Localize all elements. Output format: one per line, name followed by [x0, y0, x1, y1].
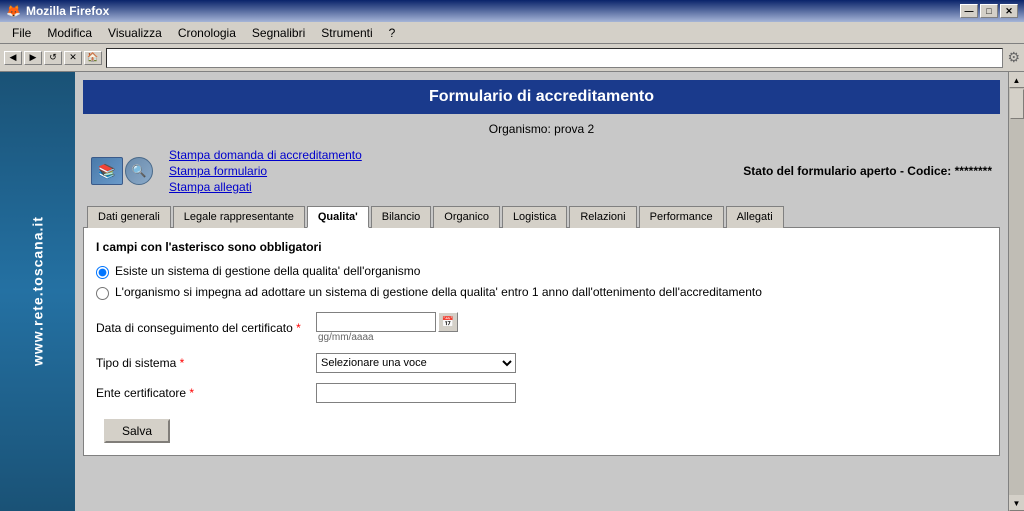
tipo-select-wrapper: Selezionare una voce: [316, 353, 516, 373]
scroll-track[interactable]: [1009, 88, 1024, 495]
radio-esiste[interactable]: [96, 266, 109, 279]
tipo-label: Tipo di sistema *: [96, 356, 316, 370]
forward-button[interactable]: ▶: [24, 51, 42, 65]
print-allegati-link[interactable]: Stampa allegati: [169, 180, 362, 194]
scroll-thumb[interactable]: [1010, 89, 1024, 119]
ente-label: Ente certificatore *: [96, 386, 316, 400]
scroll-down-button[interactable]: ▼: [1009, 495, 1024, 511]
menu-cronologia[interactable]: Cronologia: [170, 24, 244, 42]
radio-group: Esiste un sistema di gestione della qual…: [96, 264, 987, 300]
book-icon: 📚: [91, 157, 123, 185]
address-bar[interactable]: [106, 48, 1003, 68]
tab-qualita[interactable]: Qualita': [307, 206, 369, 228]
menu-file[interactable]: File: [4, 24, 39, 42]
print-section: 📚 🔍 Stampa domanda di accreditamento Sta…: [83, 144, 1000, 198]
settings-icon[interactable]: ⚙: [1007, 49, 1020, 66]
tab-logistica[interactable]: Logistica: [502, 206, 567, 228]
date-row: Data di conseguimento del certificato * …: [96, 312, 987, 343]
ente-row: Ente certificatore *: [96, 383, 987, 403]
save-row: Salva: [96, 413, 987, 443]
radio-esiste-label: Esiste un sistema di gestione della qual…: [115, 264, 420, 278]
stop-button[interactable]: ✕: [64, 51, 82, 65]
content-area: Formulario di accreditamento Organismo: …: [75, 72, 1008, 511]
tipo-select[interactable]: Selezionare una voce: [316, 353, 516, 373]
radio-impegna-label: L'organismo si impegna ad adottare un si…: [115, 285, 762, 299]
firefox-icon: 🦊: [6, 4, 21, 18]
menu-visualizza[interactable]: Visualizza: [100, 24, 170, 42]
tab-bilancio[interactable]: Bilancio: [371, 206, 432, 228]
date-hint: gg/mm/aaaa: [318, 332, 458, 343]
tab-dati-generali[interactable]: Dati generali: [87, 206, 171, 228]
home-button[interactable]: 🏠: [84, 51, 102, 65]
scroll-up-button[interactable]: ▲: [1009, 72, 1024, 88]
calendar-button[interactable]: 📅: [438, 312, 458, 332]
status-text: Stato del formulario aperto - Codice: **…: [743, 164, 992, 178]
print-accreditamento-link[interactable]: Stampa domanda di accreditamento: [169, 148, 362, 162]
minimize-button[interactable]: —: [960, 4, 978, 18]
tab-performance[interactable]: Performance: [639, 206, 724, 228]
form-panel: I campi con l'asterisco sono obbligatori…: [83, 227, 1000, 456]
save-button[interactable]: Salva: [104, 419, 170, 443]
reload-button[interactable]: ↺: [44, 51, 62, 65]
close-button[interactable]: ✕: [1000, 4, 1018, 18]
window-title: Mozilla Firefox: [26, 4, 109, 18]
menu-help[interactable]: ?: [381, 24, 404, 42]
tipo-row: Tipo di sistema * Selezionare una voce: [96, 353, 987, 373]
menu-bar: File Modifica Visualizza Cronologia Segn…: [0, 22, 1024, 44]
scrollbar[interactable]: ▲ ▼: [1008, 72, 1024, 511]
radio-impegna[interactable]: [96, 287, 109, 300]
tab-organico[interactable]: Organico: [433, 206, 500, 228]
print-formulario-link[interactable]: Stampa formulario: [169, 164, 362, 178]
back-button[interactable]: ◀: [4, 51, 22, 65]
toolbar: ◀ ▶ ↺ ✕ 🏠 ⚙: [0, 44, 1024, 72]
tab-allegati[interactable]: Allegati: [726, 206, 784, 228]
date-input[interactable]: [316, 312, 436, 332]
side-banner: www.rete.toscana.it: [0, 72, 75, 511]
menu-modifica[interactable]: Modifica: [39, 24, 100, 42]
date-label: Data di conseguimento del certificato *: [96, 321, 316, 335]
maximize-button[interactable]: □: [980, 4, 998, 18]
organismo-line: Organismo: prova 2: [83, 122, 1000, 136]
ente-input[interactable]: [316, 383, 516, 403]
search-icon: 🔍: [125, 157, 153, 185]
mandatory-notice: I campi con l'asterisco sono obbligatori: [96, 240, 987, 254]
tab-legale-rappresentante[interactable]: Legale rappresentante: [173, 206, 305, 228]
menu-strumenti[interactable]: Strumenti: [313, 24, 380, 42]
title-bar: 🦊 Mozilla Firefox — □ ✕: [0, 0, 1024, 22]
menu-segnalibri[interactable]: Segnalibri: [244, 24, 313, 42]
form-header: Formulario di accreditamento: [83, 80, 1000, 114]
tab-bar: Dati generali Legale rappresentante Qual…: [83, 206, 1000, 228]
print-links: Stampa domanda di accreditamento Stampa …: [169, 148, 362, 194]
tab-relazioni[interactable]: Relazioni: [569, 206, 636, 228]
